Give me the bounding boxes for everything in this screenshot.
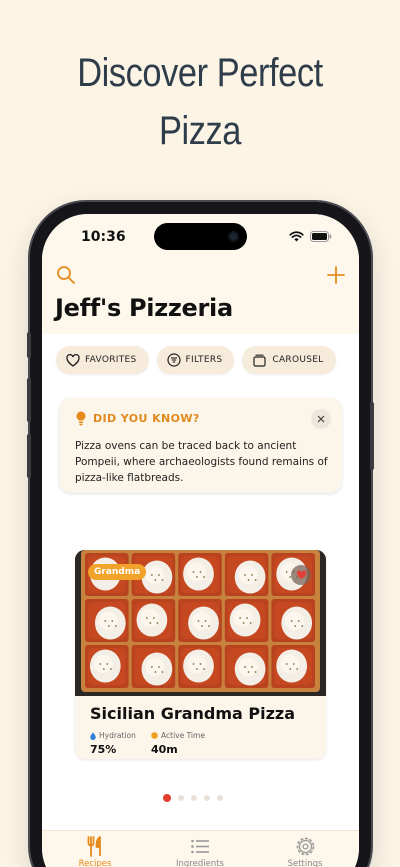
pagination-dot[interactable]	[217, 795, 223, 801]
status-time: 10:36	[81, 229, 126, 245]
gear-icon	[296, 837, 314, 856]
tab-ingredients[interactable]: Ingredients	[160, 836, 240, 867]
fork-knife-icon	[87, 836, 101, 857]
fun-fact-text: Pizza ovens can be traced back to ancien…	[75, 440, 328, 484]
tab-bar: Recipes Ingredients Settings	[42, 830, 359, 867]
wifi-icon	[289, 231, 304, 242]
tab-settings-label: Settings	[287, 859, 323, 867]
pagination-dot[interactable]	[178, 795, 184, 801]
mute-switch	[27, 332, 31, 358]
carousel-pagination[interactable]	[163, 794, 223, 802]
plus-icon	[327, 266, 345, 284]
heart-filled-icon	[296, 570, 306, 580]
tab-recipes[interactable]: Recipes	[55, 836, 135, 867]
marketing-headline: Discover Perfect Pizza	[28, 44, 372, 160]
fun-fact-title: DID YOU KNOW?	[93, 412, 200, 425]
carousel-icon	[253, 354, 266, 367]
dynamic-island	[154, 223, 247, 250]
camera-icon	[228, 231, 239, 242]
favorites-chip-label: FAVORITES	[85, 355, 137, 365]
filter-chips: FAVORITES FILTERS CAROUSEL	[56, 346, 336, 374]
active-time-value: 40m	[151, 743, 178, 756]
headline-line-1: Discover Perfect	[77, 51, 323, 95]
recipe-image: Grandma	[75, 550, 326, 696]
volume-up-button	[27, 378, 31, 422]
app-header: 10:36 Jeff's Pizzeria	[42, 214, 359, 334]
dismiss-tip-button[interactable]	[311, 409, 331, 429]
close-icon	[317, 415, 325, 423]
power-button	[370, 402, 374, 470]
filters-chip[interactable]: FILTERS	[156, 346, 235, 374]
tab-recipes-label: Recipes	[78, 859, 112, 867]
search-icon	[57, 266, 75, 284]
phone-screen: 10:36 Jeff's Pizzeria FAVORITES FILTERS …	[42, 214, 359, 867]
fun-fact-card: DID YOU KNOW? Pizza ovens can be traced …	[59, 398, 342, 493]
hydration-label: Hydration	[99, 731, 136, 740]
pagination-dot[interactable]	[191, 795, 197, 801]
carousel-chip[interactable]: CAROUSEL	[242, 346, 336, 374]
active-time-label: Active Time	[161, 731, 205, 740]
add-recipe-button[interactable]	[326, 265, 346, 289]
recipe-title: Sicilian Grandma Pizza	[90, 704, 296, 723]
list-icon	[191, 839, 209, 854]
pagination-dot[interactable]	[163, 794, 171, 802]
search-button[interactable]	[56, 265, 76, 289]
clock-dot-icon	[151, 732, 158, 739]
water-drop-icon	[90, 731, 96, 740]
tab-settings[interactable]: Settings	[265, 836, 345, 867]
lightbulb-icon	[76, 411, 86, 426]
category-badge: Grandma	[88, 564, 147, 580]
fun-fact-heading: DID YOU KNOW?	[76, 411, 200, 426]
favorite-toggle-button[interactable]	[291, 565, 311, 585]
hydration-value: 75%	[90, 743, 117, 756]
recipe-card[interactable]: Grandma Sicilian Grandma Pizza Hydration…	[75, 550, 326, 759]
pagination-dot[interactable]	[204, 795, 210, 801]
filters-chip-label: FILTERS	[185, 355, 223, 365]
page-title: Jeff's Pizzeria	[55, 294, 233, 322]
headline-line-2: Pizza	[159, 109, 241, 153]
active-time-stat: Active Time 40m	[151, 731, 205, 756]
tab-ingredients-label: Ingredients	[176, 859, 224, 867]
status-icons	[289, 231, 332, 242]
favorites-chip[interactable]: FAVORITES	[56, 346, 149, 374]
hydration-stat: Hydration 75%	[90, 731, 136, 756]
heart-outline-icon	[66, 353, 80, 367]
battery-icon	[310, 231, 332, 242]
filter-icon	[166, 353, 181, 367]
carousel-chip-label: CAROUSEL	[272, 355, 324, 365]
phone-frame: 10:36 Jeff's Pizzeria FAVORITES FILTERS …	[27, 202, 374, 867]
volume-down-button	[27, 434, 31, 478]
